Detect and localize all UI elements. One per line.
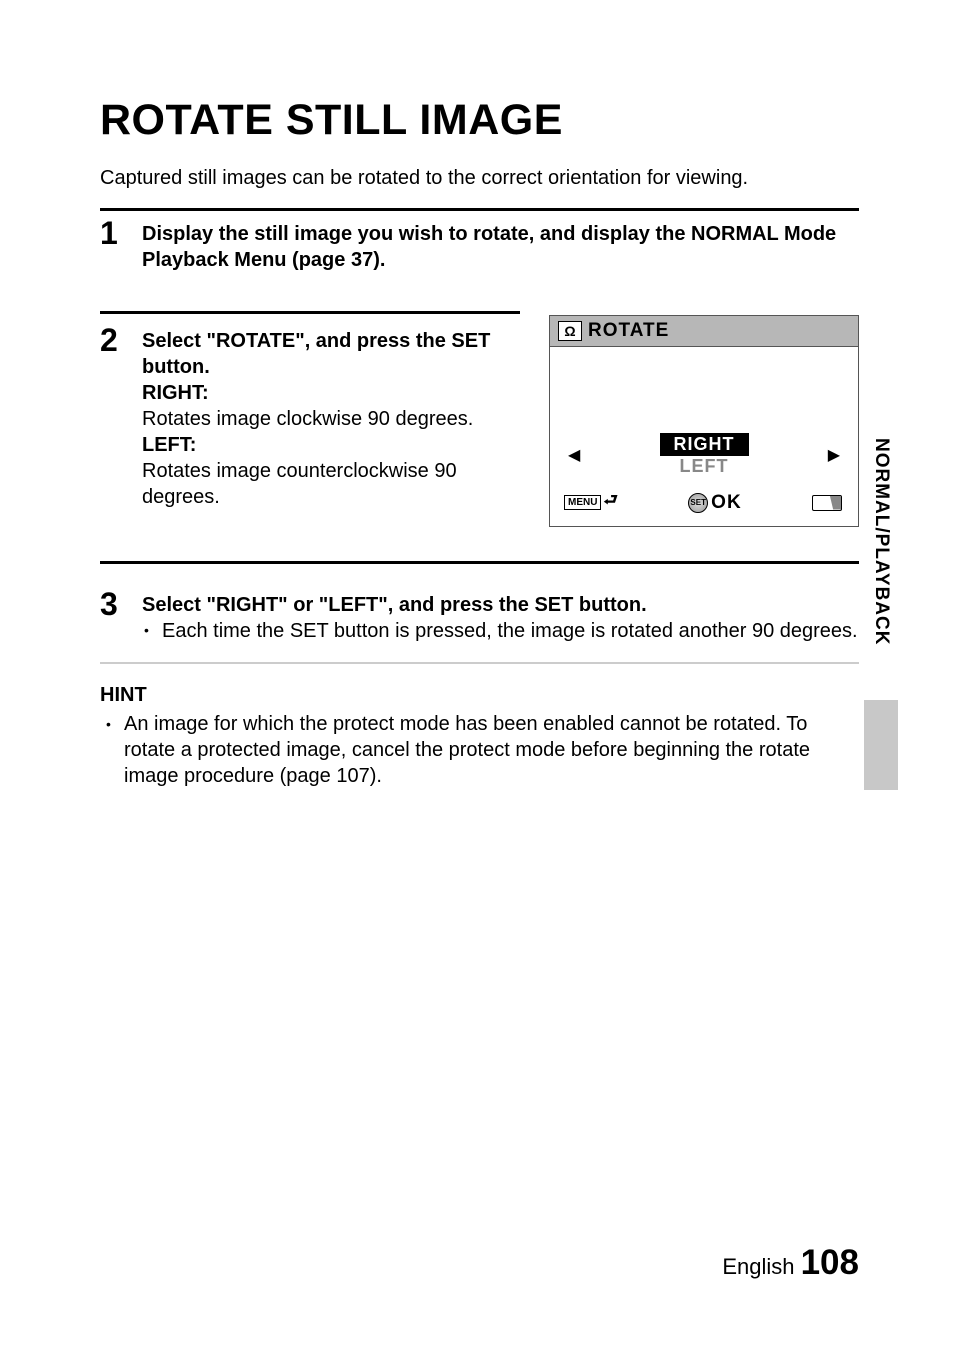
screen-body <box>550 347 858 427</box>
page-number: 108 <box>801 1243 859 1282</box>
step-1: 1 Display the still image you wish to ro… <box>100 211 859 273</box>
screen-footer: MENU ⮐ SET OK <box>550 483 858 526</box>
step-3-lead: Select "RIGHT" or "LEFT", and press the … <box>142 592 859 618</box>
right-label: RIGHT: <box>142 380 529 406</box>
page-footer: English 108 <box>722 1243 859 1283</box>
step-1-text: Display the still image you wish to rota… <box>142 223 836 271</box>
screen-header: Ω ROTATE <box>550 316 858 347</box>
set-icon: SET <box>688 493 708 513</box>
hint-text: An image for which the protect mode has … <box>100 711 859 789</box>
section-tab-marker <box>864 700 898 790</box>
hint-title: HINT <box>100 684 859 707</box>
rotate-mode-icon: Ω <box>558 321 582 341</box>
intro-text: Captured still images can be rotated to … <box>100 167 859 190</box>
right-desc: Rotates image clockwise 90 degrees. <box>142 406 529 432</box>
right-arrow-icon: ▶ <box>828 445 840 465</box>
option-left: LEFT <box>660 456 749 477</box>
step-number: 3 <box>100 588 124 620</box>
left-label: LEFT: <box>142 432 529 458</box>
step-3-bullet: Each time the SET button is pressed, the… <box>162 618 859 644</box>
set-ok: SET OK <box>688 492 742 514</box>
battery-icon <box>812 495 842 511</box>
left-arrow-icon: ◀ <box>568 445 580 465</box>
step-number: 1 <box>100 217 124 249</box>
screen-controls: ◀ RIGHT LEFT ▶ <box>550 427 858 483</box>
option-right: RIGHT <box>660 433 749 456</box>
footer-language: English <box>722 1254 794 1279</box>
lcd-screen-figure: Ω ROTATE ◀ RIGHT LEFT ▶ MENU ⮐ <box>549 315 859 527</box>
step-2-lead: Select "ROTATE", and press the SET butto… <box>142 328 529 380</box>
menu-back: MENU ⮐ <box>564 489 618 516</box>
rule <box>100 561 859 564</box>
step-3: 3 Select "RIGHT" or "LEFT", and press th… <box>100 582 859 662</box>
rule <box>100 311 520 314</box>
ok-label: OK <box>711 492 742 514</box>
step-2: 2 Select "ROTATE", and press the SET but… <box>100 318 529 510</box>
left-desc: Rotates image counterclockwise 90 degree… <box>142 458 529 510</box>
hint-section: HINT An image for which the protect mode… <box>100 684 859 789</box>
back-arrow-icon: ⮐ <box>603 489 617 516</box>
screen-title: ROTATE <box>588 320 669 342</box>
step-number: 2 <box>100 324 124 356</box>
section-tab: NORMAL/PLAYBACK <box>870 438 892 645</box>
menu-label: MENU <box>564 495 601 510</box>
rule-light <box>100 662 859 664</box>
page-title: ROTATE STILL IMAGE <box>100 96 859 145</box>
